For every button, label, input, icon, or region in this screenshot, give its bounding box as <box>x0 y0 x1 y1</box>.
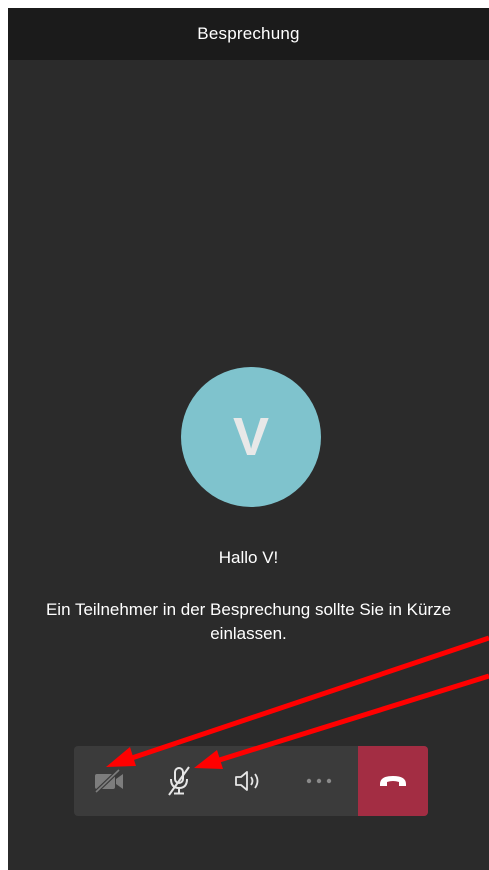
more-icon <box>306 778 332 784</box>
avatar-initial: V <box>232 407 270 467</box>
video-off-icon <box>94 769 123 793</box>
speaker-icon <box>235 771 259 791</box>
microphone-toggle-button[interactable] <box>144 746 214 816</box>
lobby-message: Ein Teilnehmer in der Besprechung sollte… <box>45 600 452 643</box>
speaker-toggle-button[interactable] <box>214 746 284 816</box>
hang-up-icon <box>380 776 406 786</box>
hang-up-button[interactable] <box>358 746 428 816</box>
meeting-screen: Besprechung V Hallo V! Ein Teilnehmer in… <box>8 8 489 870</box>
camera-toggle-button[interactable] <box>74 746 144 816</box>
greeting-text: Hallo V! <box>218 548 279 567</box>
meeting-title: Besprechung <box>197 24 300 43</box>
mic-off-icon <box>168 766 190 796</box>
participant-avatar: V <box>181 367 321 507</box>
top-bar: Besprechung <box>8 8 489 60</box>
call-controls-bar <box>74 746 428 816</box>
more-options-button[interactable] <box>284 746 354 816</box>
